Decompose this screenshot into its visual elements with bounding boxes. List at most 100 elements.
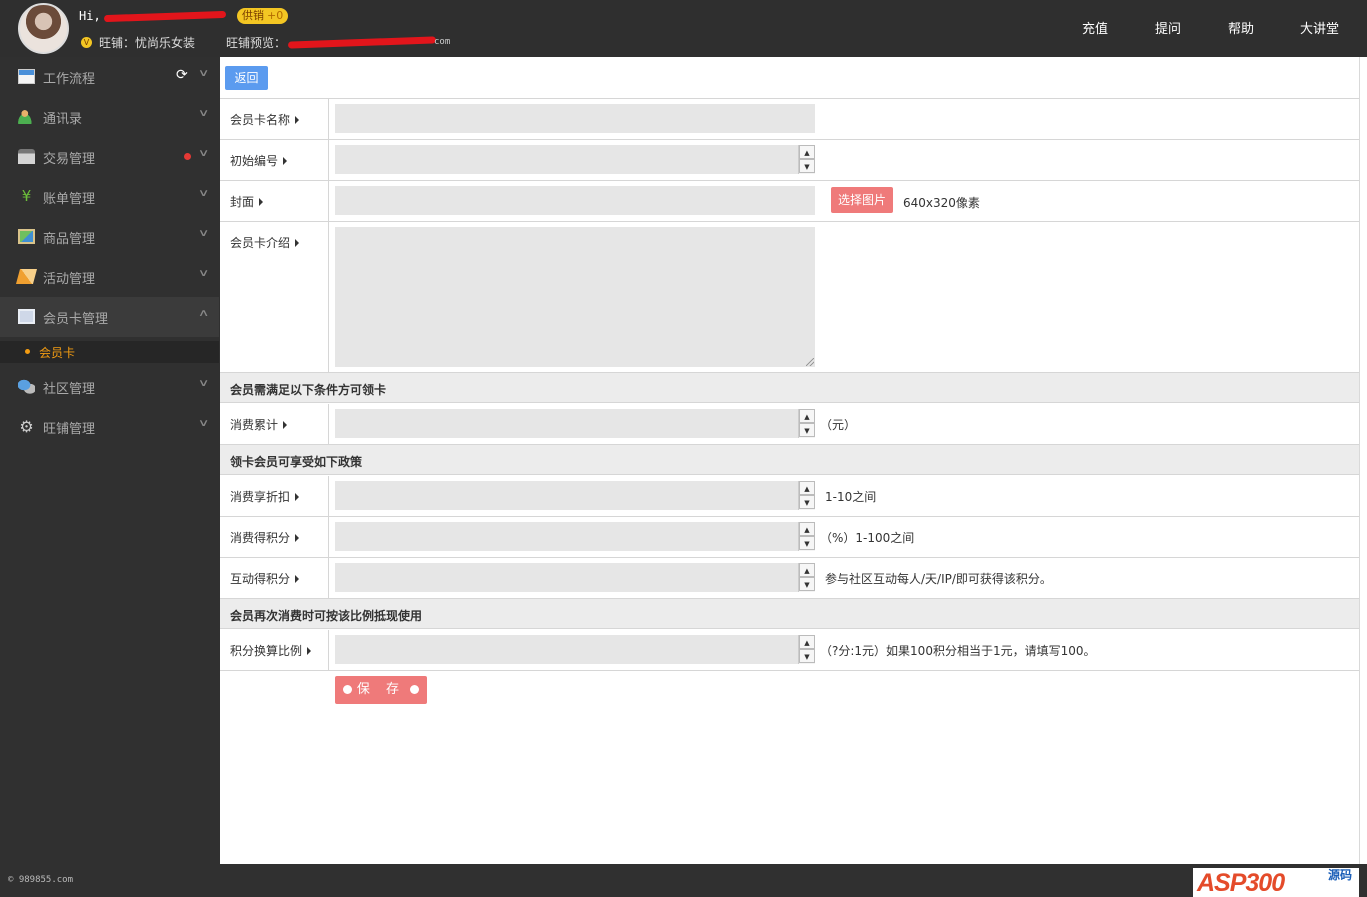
section-title: 会员需满足以下条件方可领卡 xyxy=(230,383,387,397)
sidebar-subitem-label: 会员卡 xyxy=(39,346,76,360)
discount-input[interactable] xyxy=(335,481,815,510)
divider xyxy=(220,557,1359,558)
initial-number-input[interactable] xyxy=(335,145,815,174)
initial-number-label: 初始编号 xyxy=(230,152,288,169)
points-label: 消费得积分 xyxy=(230,529,300,546)
caret-right-icon xyxy=(283,421,288,429)
spin-up-icon[interactable]: ▲ xyxy=(799,145,815,159)
intro-label-text: 会员卡介绍 xyxy=(230,236,291,250)
spin-up-icon[interactable]: ▲ xyxy=(799,481,815,495)
sidebar-item-label: 交易管理 xyxy=(43,152,96,167)
sidebar-item-member-card[interactable]: 会员卡管理 ∧ xyxy=(0,297,219,337)
intro-textarea[interactable] xyxy=(335,227,815,367)
active-dot xyxy=(25,349,30,354)
gear-icon: ⚙ xyxy=(19,417,34,436)
spin-up-icon[interactable]: ▲ xyxy=(799,409,815,423)
spin-down-icon[interactable]: ▼ xyxy=(799,495,815,509)
sidebar-item-shop[interactable]: ⚙ 旺铺管理 ∨ xyxy=(0,407,219,447)
sidebar-item-label: 通讯录 xyxy=(43,112,83,127)
greeting: Hi, xyxy=(79,9,101,23)
discount-label: 消费享折扣 xyxy=(230,488,300,505)
sidebar-item-community[interactable]: 社区管理 ∨ xyxy=(0,367,219,407)
sidebar-item-workflow[interactable]: 工作流程 ⟳ ∨ xyxy=(0,57,219,97)
sidebar-item-contacts[interactable]: 通讯录 ∨ xyxy=(0,97,219,137)
spend-total-label: 消费累计 xyxy=(230,416,288,433)
resize-grip-icon[interactable] xyxy=(806,358,814,366)
interact-points-label-text: 互动得积分 xyxy=(230,572,291,586)
caret-right-icon xyxy=(307,647,312,655)
shop-preview-url-tail[interactable]: com xyxy=(434,37,450,47)
spin-up-icon[interactable]: ▲ xyxy=(799,563,815,577)
caret-right-icon xyxy=(283,157,288,165)
chevron-down-icon: ∨ xyxy=(197,228,210,239)
shop-level-icon: V xyxy=(81,37,92,48)
goods-icon xyxy=(18,229,35,244)
nav-lecture[interactable]: 大讲堂 xyxy=(1300,18,1339,37)
spin-down-icon[interactable]: ▼ xyxy=(799,649,815,663)
watermark-logo: ASP300 源码 xyxy=(1193,868,1359,897)
nav-recharge[interactable]: 充值 xyxy=(1082,18,1108,37)
spin-up-icon[interactable]: ▲ xyxy=(799,522,815,536)
chevron-down-icon: ∨ xyxy=(197,268,210,279)
nav-help[interactable]: 帮助 xyxy=(1228,18,1254,37)
discount-stepper[interactable]: ▲ ▼ xyxy=(798,481,815,510)
sidebar-item-activity[interactable]: 活动管理 ∨ xyxy=(0,257,219,297)
cover-input[interactable] xyxy=(335,186,815,215)
points-stepper[interactable]: ▲ ▼ xyxy=(798,522,815,551)
divider xyxy=(220,670,1359,671)
spend-total-stepper[interactable]: ▲ ▼ xyxy=(798,409,815,438)
discount-note: 1-10之间 xyxy=(825,490,877,504)
pick-image-button[interactable]: 选择图片 xyxy=(831,187,893,213)
sidebar-item-goods[interactable]: 商品管理 ∨ xyxy=(0,217,219,257)
initial-number-stepper[interactable]: ▲ ▼ xyxy=(798,145,815,174)
supply-badge[interactable]: 供销 +0 xyxy=(237,8,289,24)
divider xyxy=(220,180,1359,181)
chevron-down-icon: ∨ xyxy=(197,188,210,199)
sidebar-item-label: 商品管理 xyxy=(43,232,96,247)
cover-label: 封面 xyxy=(230,193,264,210)
sidebar-item-bills[interactable]: ¥ 账单管理 ∨ xyxy=(0,177,219,217)
supply-badge-count: +0 xyxy=(267,9,284,22)
spend-total-input[interactable] xyxy=(335,409,815,438)
interact-points-input[interactable] xyxy=(335,563,815,592)
footer: © 989855.com ASP300 源码 xyxy=(0,864,1367,897)
interact-points-stepper[interactable]: ▲ ▼ xyxy=(798,563,815,592)
points-note: （%）1-100之间 xyxy=(820,531,915,545)
card-name-label-text: 会员卡名称 xyxy=(230,113,291,127)
ratio-stepper[interactable]: ▲ ▼ xyxy=(798,635,815,664)
sidebar-subitem-member-card[interactable]: 会员卡 xyxy=(0,341,219,363)
ratio-label-text: 积分换算比例 xyxy=(230,644,303,658)
spin-down-icon[interactable]: ▼ xyxy=(799,577,815,591)
dot-icon xyxy=(410,685,420,694)
points-input[interactable] xyxy=(335,522,815,551)
chevron-down-icon: ∨ xyxy=(197,378,210,389)
contacts-icon xyxy=(18,109,35,124)
scrollbar-track[interactable] xyxy=(1359,57,1367,864)
workflow-icon xyxy=(18,69,35,84)
save-button[interactable]: 保 存 xyxy=(335,676,427,704)
refresh-icon[interactable]: ⟳ xyxy=(176,67,188,83)
interact-points-label: 互动得积分 xyxy=(230,570,300,587)
interact-points-note: 参与社区互动每人/天/IP/即可获得该积分。 xyxy=(825,572,1052,586)
spin-down-icon[interactable]: ▼ xyxy=(799,159,815,173)
divider xyxy=(220,139,1359,140)
spin-up-icon[interactable]: ▲ xyxy=(799,635,815,649)
cover-size-note: 640x320像素 xyxy=(903,196,980,210)
spin-down-icon[interactable]: ▼ xyxy=(799,536,815,550)
ratio-input[interactable] xyxy=(335,635,815,664)
divider xyxy=(220,516,1359,517)
avatar[interactable] xyxy=(18,3,69,54)
card-name-input[interactable] xyxy=(335,104,815,133)
back-button[interactable]: 返回 xyxy=(225,66,268,90)
intro-label: 会员卡介绍 xyxy=(230,234,300,251)
section-title: 领卡会员可享受如下政策 xyxy=(230,455,363,469)
spend-total-label-text: 消费累计 xyxy=(230,418,279,432)
points-label-text: 消费得积分 xyxy=(230,531,291,545)
redacted-username xyxy=(103,10,227,23)
spin-down-icon[interactable]: ▼ xyxy=(799,423,815,437)
sidebar-item-trade[interactable]: 交易管理 ∨ xyxy=(0,137,219,177)
sidebar-item-label: 社区管理 xyxy=(43,382,96,397)
activity-icon xyxy=(15,269,38,284)
nav-ask[interactable]: 提问 xyxy=(1155,18,1181,37)
section-title: 会员再次消费时可按该比例抵现使用 xyxy=(230,609,423,623)
